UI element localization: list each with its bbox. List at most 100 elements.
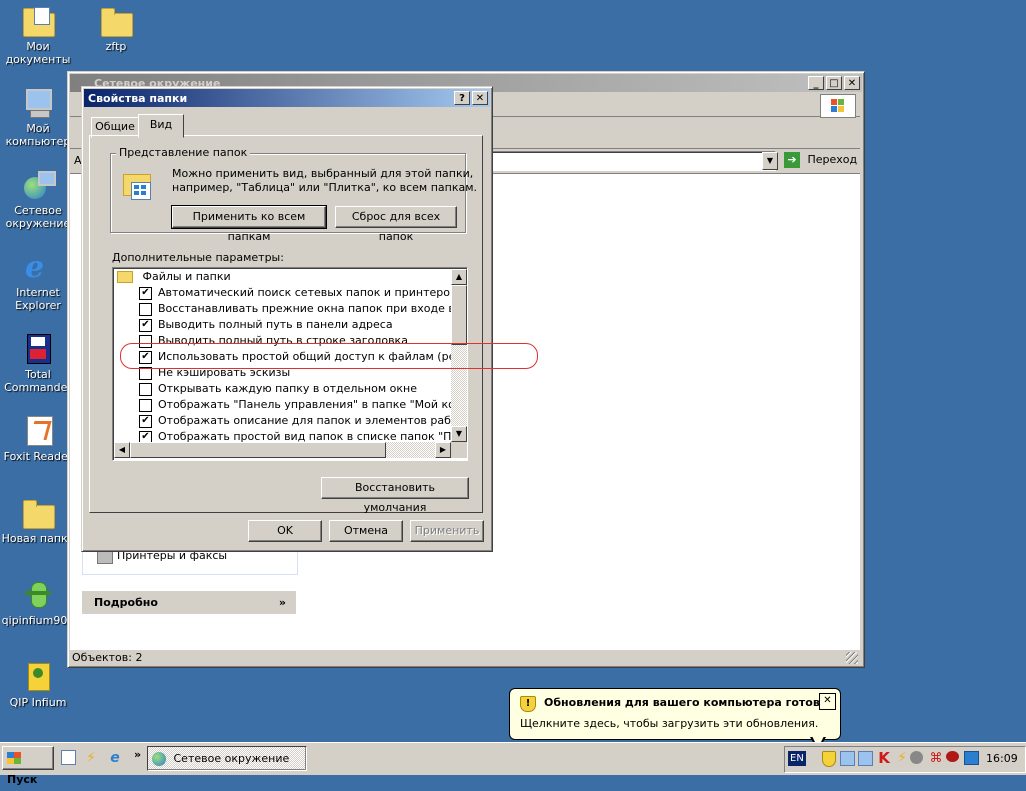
quick-launch-app-icon[interactable]: ⚡ (83, 750, 99, 766)
desktop-icon-network[interactable]: Сетевое окружение (0, 169, 76, 230)
option-label: Использовать простой общий доступ к файл… (158, 350, 451, 363)
ie-icon: e (25, 250, 45, 285)
option-row[interactable]: Открывать каждую папку в отдельном окне (115, 381, 451, 397)
checkbox-unchecked[interactable] (139, 334, 152, 348)
desktop-icon-my-computer[interactable]: Мой компьютер (0, 87, 76, 148)
acrobat-icon[interactable]: ⌘ (928, 751, 944, 767)
balloon-title: Обновления для вашего компьютера готовы (544, 696, 830, 709)
option-row[interactable]: Отображать "Панель управления" в папке "… (115, 397, 451, 413)
folder-views-text-2: например, "Таблица" или "Плитка", ко все… (172, 181, 478, 194)
desktop-icon-label: Сетевое окружение (5, 204, 71, 230)
ie-icon[interactable]: e (107, 750, 123, 766)
horizontal-scrollbar[interactable]: ◀ ▶ (114, 442, 451, 458)
taskbar-item-label: Сетевое окружение (173, 752, 290, 765)
option-row[interactable]: ✔ Отображать описание для папок и элемент… (115, 413, 451, 429)
option-row[interactable]: ✔ Автоматический поиск сетевых папок и пр… (115, 285, 451, 301)
checkbox-unchecked[interactable] (139, 398, 152, 412)
resize-grip-icon[interactable] (846, 652, 858, 664)
tab-view[interactable]: Вид (138, 114, 184, 138)
monitor-tray-icon[interactable] (964, 751, 979, 765)
option-row[interactable]: ✔ Отображать простой вид папок в списке п… (115, 429, 451, 442)
apply-to-all-folders-button[interactable]: Применить ко всем папкам (171, 205, 327, 243)
checkbox-checked[interactable]: ✔ (139, 318, 152, 332)
dialog-titlebar[interactable]: Свойства папки ? ✕ (84, 89, 490, 107)
flash-icon[interactable]: ⚡ (894, 749, 910, 766)
scroll-thumb[interactable] (451, 285, 467, 345)
option-label: Не кэшировать эскизы (158, 366, 291, 379)
details-panel-header[interactable]: Подробно » (82, 591, 296, 614)
go-button[interactable]: ➔ Переход (784, 150, 858, 170)
minimize-button[interactable]: _ (808, 76, 824, 90)
desktop-icon-label: Мой компьютер (5, 122, 71, 148)
scroll-down-button[interactable]: ▼ (451, 426, 467, 442)
maximize-button[interactable]: □ (826, 76, 842, 90)
option-row[interactable]: Восстанавливать прежние окна папок при в… (115, 301, 451, 317)
update-balloon[interactable]: ! Обновления для вашего компьютера готов… (509, 688, 841, 751)
close-button[interactable]: ✕ (844, 76, 860, 90)
checkbox-unchecked[interactable] (139, 366, 152, 380)
network-icon (22, 169, 56, 201)
option-row[interactable]: ✔ Выводить полный путь в панели адреса (115, 317, 451, 333)
scroll-right-button[interactable]: ▶ (435, 442, 451, 458)
checkbox-checked[interactable]: ✔ (139, 286, 152, 300)
kaspersky-icon[interactable]: K (876, 749, 892, 767)
folder-icon (100, 5, 133, 37)
desktop-icon-qipinfium902[interactable]: qipinfium902 (0, 579, 76, 627)
tab-general-label: Общие (95, 120, 135, 133)
scroll-up-button[interactable]: ▲ (451, 269, 467, 285)
show-desktop-icon[interactable] (61, 750, 76, 765)
checkbox-checked[interactable]: ✔ (139, 414, 152, 428)
scroll-h-thumb[interactable] (130, 442, 386, 458)
printer-icon (97, 550, 113, 564)
quick-launch-chevron[interactable]: » (134, 748, 141, 761)
chevron-down-icon: » (278, 596, 286, 609)
clock[interactable]: 16:09 (986, 752, 1018, 765)
app-tray-icon[interactable] (946, 751, 959, 762)
option-row[interactable]: ✔ Использовать простой общий доступ к фай… (115, 349, 451, 365)
desktop-icon-total-commander[interactable]: Total Commander (0, 333, 76, 394)
ok-button[interactable]: OK (248, 520, 322, 542)
start-button[interactable]: Пуск (2, 746, 54, 786)
dialog-close-button[interactable]: ✕ (472, 91, 488, 105)
scroll-left-button[interactable]: ◀ (114, 442, 130, 458)
speaker-icon[interactable] (910, 751, 923, 764)
folder-icon (22, 497, 55, 529)
balloon-close-button[interactable]: ✕ (819, 693, 836, 710)
option-row[interactable]: Выводить полный путь в строке заголовка (115, 333, 451, 349)
folder-views-text-1: Можно применить вид, выбранный для этой … (172, 167, 474, 180)
security-shield-icon[interactable] (822, 751, 836, 767)
desktop-icon-label: Мои документы (5, 40, 71, 66)
checkbox-unchecked[interactable] (139, 302, 152, 316)
option-label: Выводить полный путь в строке заголовка (158, 334, 408, 347)
reset-all-folders-button[interactable]: Сброс для всех папок (335, 206, 457, 243)
folder-views-group: Представление папок Можно применить вид,… (110, 146, 477, 243)
desktop-icon-ie[interactable]: e Internet Explorer (0, 250, 76, 313)
tab-view-label: Вид (149, 118, 173, 131)
desktop-icon-foxit[interactable]: Foxit Reader (0, 415, 76, 463)
help-button[interactable]: ? (454, 91, 470, 105)
desktop-icon-qip-infium[interactable]: QIP Infium (0, 661, 76, 709)
desktop-icon-new-folder[interactable]: Новая папка (0, 497, 76, 545)
tree-root[interactable]: Файлы и папки (115, 269, 451, 285)
checkbox-checked[interactable]: ✔ (139, 350, 152, 364)
desktop-icon-my-documents[interactable]: Мои документы (0, 5, 76, 66)
network-tray-icon-2[interactable] (858, 751, 873, 766)
taskbar-item-network[interactable]: Сетевое окружение (147, 746, 307, 771)
language-indicator[interactable]: EN (788, 751, 806, 766)
apply-button[interactable]: Применить (410, 520, 484, 542)
checkbox-checked[interactable]: ✔ (139, 430, 152, 442)
address-dropdown-button[interactable]: ▼ (762, 152, 778, 170)
quick-launch: ⚡ e » (60, 748, 146, 768)
desktop-icon-zftp[interactable]: zftp (78, 5, 154, 53)
vertical-scrollbar[interactable]: ▲ ▼ (451, 269, 467, 442)
checkbox-unchecked[interactable] (139, 382, 152, 396)
my-documents-icon (22, 5, 55, 37)
desktop-icon-label: Total Commander (4, 368, 72, 394)
cancel-button[interactable]: Отмена (329, 520, 403, 542)
option-row[interactable]: Не кэшировать эскизы (115, 365, 451, 381)
scroll-corner (451, 442, 467, 458)
address-input[interactable] (490, 151, 776, 171)
advanced-settings-list[interactable]: Файлы и папки ✔ Автоматический поиск сете… (112, 267, 468, 461)
restore-defaults-button[interactable]: Восстановить умолчания (321, 477, 469, 514)
network-tray-icon[interactable] (840, 751, 855, 766)
